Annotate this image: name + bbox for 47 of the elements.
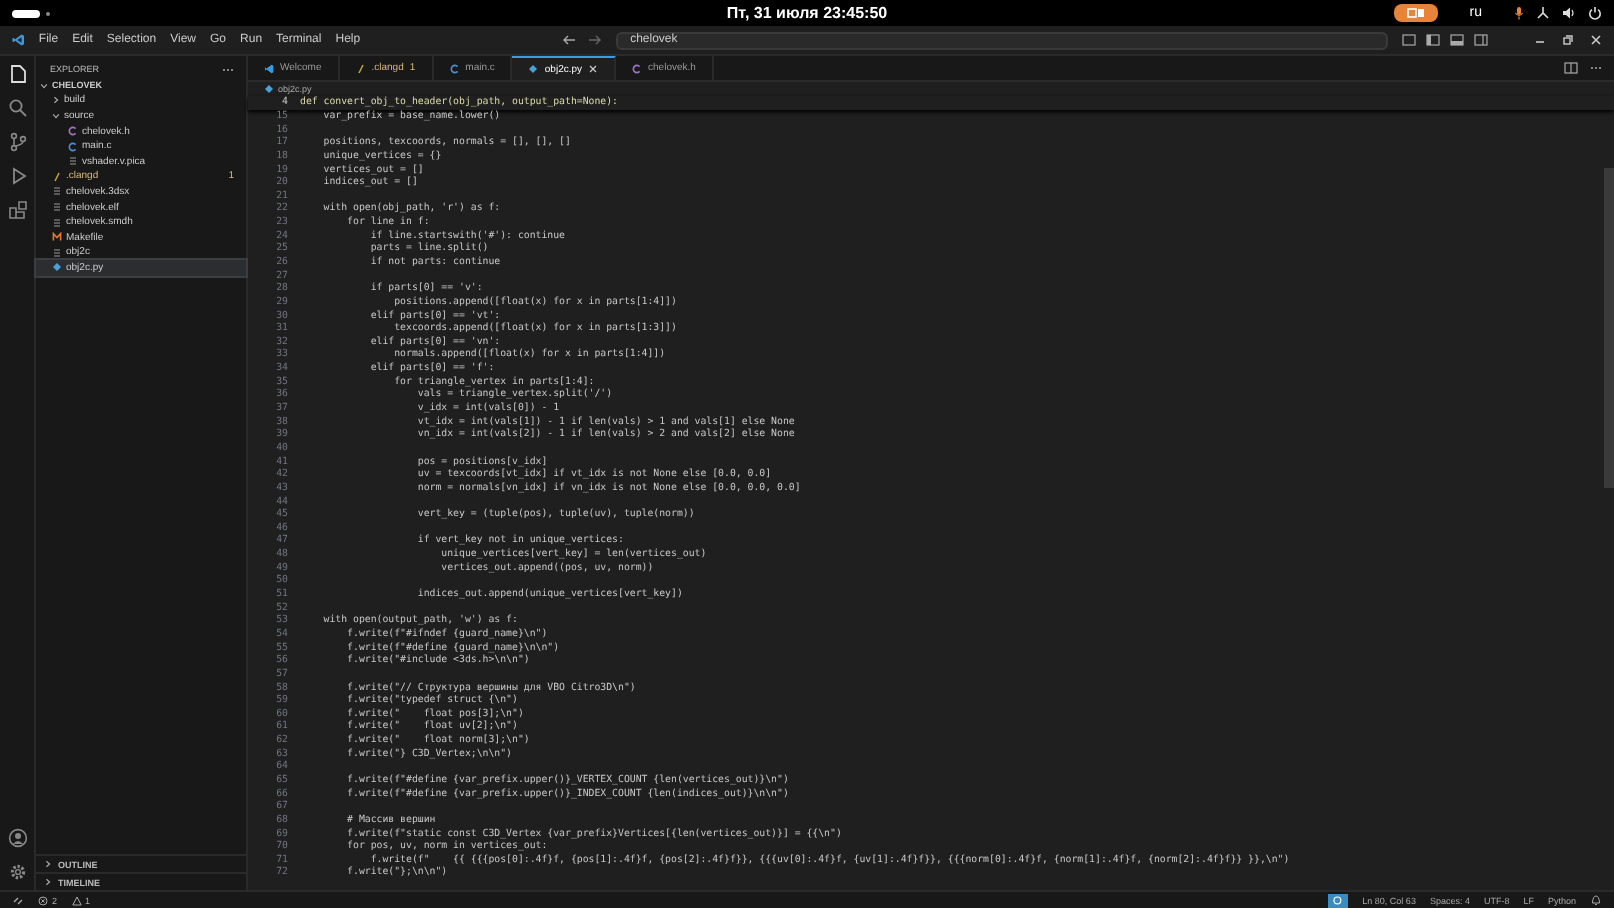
warning-icon[interactable]	[71, 895, 82, 905]
scrollbar-thumb[interactable]	[1604, 168, 1614, 488]
zoom-icon[interactable]	[1328, 893, 1349, 907]
close-icon[interactable]	[588, 64, 599, 74]
chevron-icon[interactable]	[44, 878, 52, 886]
power-icon[interactable]	[1588, 6, 1602, 20]
settings-icon[interactable]	[7, 862, 27, 882]
chevron-icon[interactable]	[52, 96, 60, 105]
slash-icon	[355, 63, 366, 73]
search-icon[interactable]	[7, 98, 27, 118]
lines-icon	[52, 217, 62, 228]
lines-icon	[52, 247, 62, 258]
layout-icon[interactable]	[1474, 34, 1488, 46]
diamond-icon	[528, 64, 539, 74]
bell-icon[interactable]	[1590, 894, 1602, 906]
lines-icon	[52, 186, 62, 197]
back-arrow-icon[interactable]	[562, 34, 577, 46]
diamond-icon	[52, 262, 62, 273]
app-logo-icon	[264, 63, 274, 73]
m-shape-icon	[52, 232, 62, 243]
remote-icon[interactable]	[12, 894, 24, 906]
run-debug-icon[interactable]	[7, 166, 27, 186]
microphone-icon[interactable]	[1514, 6, 1524, 20]
close-icon[interactable]	[1590, 34, 1602, 46]
screen-recording-indicator[interactable]	[1393, 4, 1438, 22]
forward-arrow-icon[interactable]	[588, 34, 603, 46]
split-editor-icon[interactable]	[1564, 62, 1578, 74]
app-logo-icon	[12, 32, 25, 48]
error-icon[interactable]	[38, 895, 48, 905]
slash-icon	[52, 171, 62, 182]
account-icon[interactable]	[7, 828, 27, 848]
layout-icon[interactable]	[1402, 34, 1416, 46]
c-letter-icon	[632, 63, 643, 73]
extensions-icon[interactable]	[7, 200, 27, 220]
files-icon[interactable]	[7, 64, 27, 84]
clock[interactable]: Пт, 31 июля 23:45:50	[726, 4, 888, 22]
c-letter-icon	[449, 63, 460, 73]
layout-icon[interactable]	[1426, 34, 1440, 46]
chevron-icon[interactable]	[44, 860, 52, 868]
lines-icon	[52, 202, 62, 213]
layout-icon[interactable]	[1450, 34, 1464, 46]
lines-icon	[68, 156, 78, 167]
volume-icon[interactable]	[1562, 6, 1576, 20]
source-control-icon[interactable]	[7, 132, 27, 152]
network-icon[interactable]	[1536, 6, 1550, 20]
workspace-indicator[interactable]	[12, 9, 40, 17]
restore-icon[interactable]	[1562, 34, 1574, 46]
